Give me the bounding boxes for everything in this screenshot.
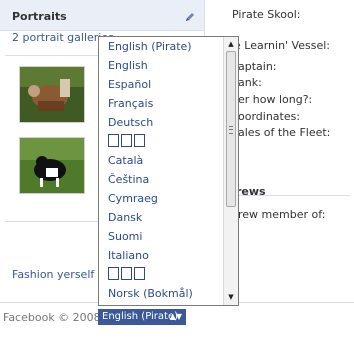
fashion-link[interactable]: Fashion yerself a <box>12 268 104 281</box>
portrait-thumbnail[interactable] <box>19 137 85 194</box>
language-option-unrendered-glyphs[interactable] <box>99 265 224 284</box>
language-option[interactable]: English <box>99 56 224 75</box>
info-captain: aptain: <box>238 60 277 73</box>
language-option[interactable]: Deutsch <box>99 113 224 132</box>
language-option[interactable]: Čeština <box>99 170 224 189</box>
language-option[interactable]: Italiano <box>99 246 224 265</box>
portraits-title: Portraits <box>12 10 67 23</box>
language-option[interactable]: Suomi <box>99 227 224 246</box>
grip-icon <box>229 126 233 134</box>
info-pirate-skool: Pirate Skool: <box>232 8 301 21</box>
language-option[interactable]: Català <box>99 151 224 170</box>
language-option[interactable]: Español <box>99 75 224 94</box>
pencil-icon[interactable] <box>184 11 196 23</box>
scroll-up-arrow-icon[interactable]: ▲ <box>224 38 238 51</box>
scroll-down-arrow-icon[interactable]: ▼ <box>224 291 238 304</box>
language-select-value: English (Pirate) <box>102 311 178 322</box>
divider <box>238 195 350 196</box>
language-list: English (Pirate) English Español Françai… <box>99 37 224 303</box>
language-dropdown[interactable]: English (Pirate) English Español Françai… <box>98 36 239 306</box>
select-arrows-icon: ▲▼ <box>169 312 182 321</box>
footer: Facebook © 2008 English (Pirate) ▲▼ <box>0 302 354 337</box>
info-how-long: er how long?: <box>238 93 313 106</box>
scrollbar-thumb[interactable] <box>226 51 236 207</box>
language-option[interactable]: Cymraeg <box>99 189 224 208</box>
info-vessel: e Learnin' Vessel: <box>234 39 330 52</box>
portrait-thumbnail[interactable] <box>19 66 85 123</box>
language-option-unrendered-glyphs[interactable] <box>99 132 224 151</box>
language-option[interactable]: English (Pirate) <box>99 37 224 56</box>
copyright-text: Facebook © 2008 <box>3 311 101 324</box>
crews-title: rews <box>236 185 266 198</box>
portraits-header: Portraits <box>0 0 204 31</box>
info-coordinates: oordinates: <box>238 110 301 123</box>
info-rank: ank: <box>238 76 262 89</box>
dropdown-scrollbar[interactable]: ▲ ▼ <box>223 37 238 305</box>
language-option[interactable]: Français <box>99 94 224 113</box>
info-tales: ales of the Fleet: <box>238 126 331 139</box>
crew-member-of: rew member of: <box>238 208 326 221</box>
missing-glyph-icon <box>108 134 145 147</box>
missing-glyph-icon <box>108 267 145 280</box>
language-option[interactable]: Dansk <box>99 208 224 227</box>
language-option[interactable]: Norsk (Bokmål) <box>99 284 224 303</box>
language-select[interactable]: English (Pirate) ▲▼ <box>98 309 186 325</box>
